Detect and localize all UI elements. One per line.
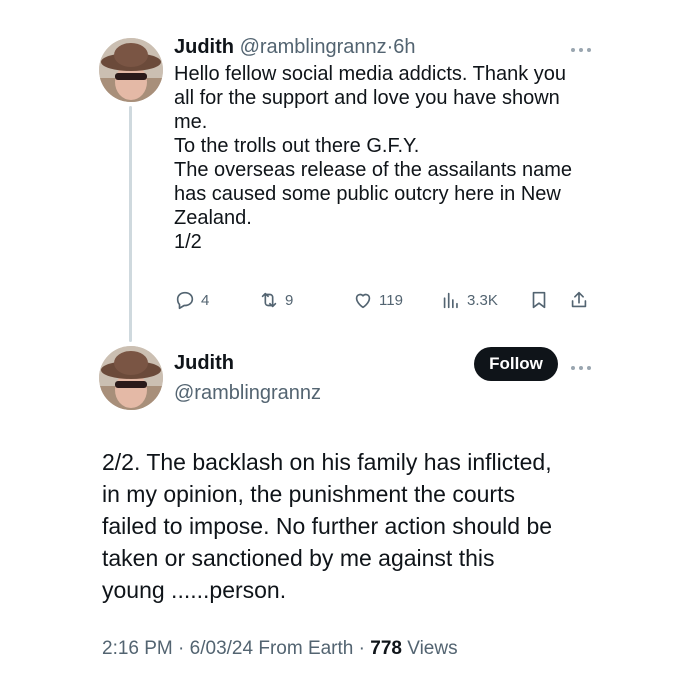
reply-icon: [176, 291, 194, 310]
avatar[interactable]: [99, 346, 163, 410]
tweet2-views-count: 778: [370, 638, 402, 659]
repost-count: 9: [285, 291, 294, 309]
tweet1-line: The overseas release of the assailants n…: [174, 159, 572, 181]
bookmark-button[interactable]: [528, 286, 555, 314]
repost-button[interactable]: 9: [258, 286, 293, 314]
reply-count: 4: [201, 291, 210, 309]
views-button[interactable]: 3.3K: [440, 286, 498, 314]
tweet2-line: in my opinion, the punishment the courts: [102, 481, 515, 507]
repost-icon: [261, 292, 277, 308]
tweet1-time[interactable]: 6h: [393, 36, 415, 58]
meta-separator: ·: [353, 638, 371, 659]
tweet1-author-name[interactable]: Judith: [174, 36, 234, 58]
tweet2-line: young ......person.: [102, 577, 287, 603]
follow-button[interactable]: Follow: [474, 347, 558, 381]
tweet2-views-label: Views: [401, 638, 458, 659]
avatar[interactable]: [99, 38, 163, 102]
share-icon: [571, 291, 587, 308]
tweet2-line: failed to impose. No further action shou…: [102, 513, 553, 539]
tweet1-line: To the trolls out there G.F.Y.: [174, 135, 420, 157]
tweet2-line: 2/2. The backlash on his family has infl…: [102, 449, 552, 475]
like-count: 119: [379, 291, 403, 309]
tweet1-line: has caused some public outcry here in Ne…: [174, 183, 561, 205]
analytics-icon: [443, 292, 458, 309]
tweet1-line: all for the support and love you have sh…: [174, 87, 560, 109]
heart-icon: [355, 293, 371, 309]
tweet2-handle[interactable]: @ramblingrannz: [174, 382, 321, 405]
tweet2-author-name[interactable]: Judith: [174, 352, 234, 375]
tweet1-line: Hello fellow social media addicts. Thank…: [174, 63, 567, 85]
tweet2-meta: 2:16 PM · 6/03/24 From Earth · 778 Views: [102, 638, 458, 660]
tweet1-header: Judith @ramblingrannz·6h: [174, 36, 416, 59]
tweet2-line: taken or sanctioned by me against this: [102, 545, 495, 571]
tweet1-line: me.: [174, 111, 208, 133]
reply-button[interactable]: 4: [174, 286, 209, 314]
tweet1-text: Hello fellow social media addicts. Thank…: [174, 62, 614, 254]
tweet1-action-bar: 4 9 119 3.3K: [174, 286, 594, 314]
tweet2-date[interactable]: 6/03/24: [190, 638, 253, 659]
views-count: 3.3K: [467, 291, 498, 309]
tweet2-time[interactable]: 2:16 PM: [102, 638, 173, 659]
tweet2-text: 2/2. The backlash on his family has infl…: [102, 446, 622, 606]
tweet2-source: From Earth: [253, 638, 354, 659]
bookmark-icon: [532, 291, 546, 309]
tweet2-more-icon[interactable]: [570, 360, 592, 371]
meta-separator: ·: [172, 638, 190, 659]
tweet1-line: Zealand.: [174, 207, 252, 229]
tweet1-handle[interactable]: @ramblingrannz: [240, 36, 387, 58]
thread-line: [129, 106, 132, 342]
tweet1-more-icon[interactable]: [570, 42, 592, 53]
share-button[interactable]: [568, 286, 595, 314]
tweet1-line: 1/2: [174, 231, 202, 253]
like-button[interactable]: 119: [352, 286, 403, 314]
